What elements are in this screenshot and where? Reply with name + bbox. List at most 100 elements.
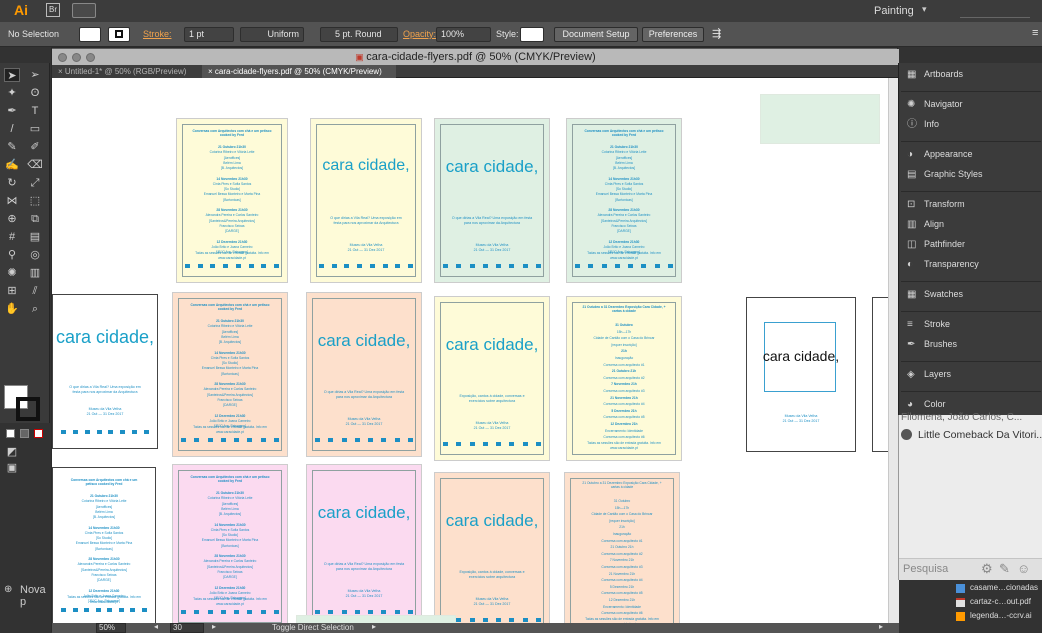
partial-artboard[interactable]: [872, 297, 888, 452]
panel-item-appearance[interactable]: ◑ Appearance: [907, 145, 1039, 163]
flyer-artboard[interactable]: Conversas com Arquitectos com chá e um p…: [172, 292, 288, 457]
opacity-label[interactable]: Opacity:: [403, 29, 436, 39]
panel-item-transform[interactable]: ⊡ Transform: [907, 195, 1039, 213]
search-input[interactable]: Pesquisa: [903, 563, 948, 575]
preferences-button[interactable]: Preferences: [642, 27, 704, 42]
type-tool-icon[interactable]: T: [27, 104, 43, 118]
brush-definition[interactable]: 5 pt. Round: [320, 27, 398, 42]
variable-width-profile[interactable]: Uniform: [240, 27, 304, 42]
panel-item-navigator[interactable]: ✺ Navigator: [907, 95, 1039, 113]
lasso-icon[interactable]: ʘ: [27, 86, 43, 100]
artboard-canvas[interactable]: Conversas com Arquitectos com chá e um p…: [52, 78, 888, 623]
magic-wand-icon[interactable]: ✦: [4, 86, 20, 100]
arrange-icon[interactable]: ⇶: [712, 27, 721, 40]
pen-tool-icon[interactable]: ✒: [4, 104, 20, 118]
artboard-tool-icon[interactable]: ⊞: [4, 284, 20, 298]
stroke-color-picker[interactable]: [108, 27, 130, 42]
none-mode-button[interactable]: [34, 429, 43, 438]
panel-item-artboards[interactable]: ▦ Artboards: [907, 65, 1039, 83]
free-transform-icon[interactable]: ⬚: [27, 194, 43, 208]
workspace-switcher[interactable]: Painting: [874, 5, 914, 17]
close-icon[interactable]: ×: [208, 67, 215, 76]
message-item[interactable]: Little Comeback Da Vitori...: [918, 429, 1042, 441]
previous-artboard-icon[interactable]: ◂: [154, 622, 158, 631]
scroll-right-icon[interactable]: ▸: [879, 622, 883, 631]
graphic-style-picker[interactable]: [520, 27, 544, 42]
compose-icon[interactable]: ✎: [999, 561, 1010, 577]
search-stock-field[interactable]: [960, 4, 1030, 18]
flyer-artboard[interactable]: cara cidade, Museu da Vila Velha 21 Out — …: [746, 297, 856, 452]
panel-item-brushes[interactable]: ✒ Brushes: [907, 335, 1039, 353]
opacity-field[interactable]: 100%: [436, 27, 491, 42]
minimize-window-button[interactable]: [72, 53, 81, 62]
gradient-mode-button[interactable]: [20, 429, 29, 438]
emoji-icon[interactable]: ☺: [1017, 561, 1030, 576]
bridge-button[interactable]: Br: [46, 3, 60, 17]
file-item[interactable]: casame…cionadas: [970, 583, 1038, 592]
panel-item-swatches[interactable]: ▦ Swatches: [907, 285, 1039, 303]
eyedropper-icon[interactable]: ⚲: [4, 248, 20, 262]
flyer-artboard[interactable]: cara cidade, O que dirias a Vila Real? Um…: [52, 294, 158, 449]
panel-item-transparency[interactable]: ◐ Transparency: [907, 255, 1039, 273]
flyer-artboard[interactable]: Conversas com Arquitectos com chá e um p…: [566, 118, 682, 283]
next-artboard-icon[interactable]: ▸: [212, 622, 216, 631]
mesh-icon[interactable]: #: [4, 230, 20, 244]
tab-untitled[interactable]: × Untitled-1* @ 50% (RGB/Preview): [52, 65, 202, 78]
direct-selection-icon[interactable]: ➢: [27, 68, 43, 82]
panel-item-align[interactable]: ▥ Align: [907, 215, 1039, 233]
flyer-artboard[interactable]: cara cidade, O que dirias a Vila Real? Um…: [306, 292, 422, 457]
panel-item-info[interactable]: ⓘ Info: [907, 115, 1039, 133]
rotate-icon[interactable]: ↻: [4, 176, 20, 190]
stroke-label[interactable]: Stroke:: [143, 29, 172, 39]
panel-item-pathfinder[interactable]: ◫ Pathfinder: [907, 235, 1039, 253]
draw-mode-icon[interactable]: ◩: [4, 445, 20, 459]
blob-brush-icon[interactable]: ✍: [4, 158, 20, 172]
flyer-artboard[interactable]: 21 Outubro a 31 Dezembro Exposição Cara …: [566, 296, 682, 461]
flyer-artboard[interactable]: cara cidade, O que dirias a Vila Real? Um…: [434, 118, 550, 283]
flyer-artboard[interactable]: cara cidade, O que dirias a Vila Real? Um…: [306, 464, 422, 623]
flyer-artboard[interactable]: cara cidade, O que dirias a Vila Real? Um…: [310, 118, 422, 283]
flyer-artboard[interactable]: Conversas com Arquitectos com chá e um p…: [52, 467, 156, 623]
flyer-artboard[interactable]: Conversas com Arquitectos com chá e um p…: [172, 464, 288, 623]
zoom-icon[interactable]: ⌕: [27, 302, 43, 316]
file-item[interactable]: legenda…-ccrv.ai: [970, 611, 1032, 620]
selection-tool-icon[interactable]: ➤: [4, 68, 20, 82]
screen-mode-icon[interactable]: ▣: [4, 461, 20, 475]
flyer-artboard[interactable]: cara cidade, Exposição, cantos à cidade, …: [434, 472, 550, 623]
column-graph-icon[interactable]: ▥: [27, 266, 43, 280]
stroke-swatch[interactable]: [16, 397, 40, 421]
panel-item-layers[interactable]: ◈ Layers: [907, 365, 1039, 383]
rectangle-tool-icon[interactable]: ▭: [27, 122, 43, 136]
document-setup-button[interactable]: Document Setup: [554, 27, 638, 42]
paintbrush-icon[interactable]: ✎: [4, 140, 20, 154]
zoom-window-button[interactable]: [86, 53, 95, 62]
shape-builder-icon[interactable]: ⊕: [4, 212, 20, 226]
close-icon[interactable]: ×: [58, 67, 65, 76]
perspective-grid-icon[interactable]: ⧉: [27, 212, 43, 226]
blend-icon[interactable]: ◎: [27, 248, 43, 262]
eraser-icon[interactable]: ⌫: [27, 158, 43, 172]
hand-icon[interactable]: ✋: [4, 302, 20, 316]
flyer-artboard[interactable]: Conversas com Arquitectos com chá e um p…: [176, 118, 288, 283]
scale-icon[interactable]: ⤢: [27, 176, 43, 190]
status-menu-icon[interactable]: ▸: [372, 622, 376, 631]
fill-color-picker[interactable]: [79, 27, 101, 42]
stroke-weight-field[interactable]: 1 pt: [184, 27, 234, 42]
partial-artboard[interactable]: [760, 94, 880, 144]
desktop-label[interactable]: ⊕ Nova p: [0, 578, 51, 608]
message-item[interactable]: Filomena, João Carlos, C...: [901, 412, 1022, 423]
panel-menu-icon[interactable]: ≡: [1032, 27, 1038, 39]
file-item[interactable]: cartaz-c…out.pdf: [970, 597, 1031, 606]
panel-item-color[interactable]: ◕ Color: [907, 395, 1039, 413]
flyer-artboard[interactable]: cara cidade, Exposição, cantos à cidade, …: [434, 296, 550, 461]
width-tool-icon[interactable]: ⋈: [4, 194, 20, 208]
slice-icon[interactable]: ⫽: [27, 284, 43, 298]
close-window-button[interactable]: [58, 53, 67, 62]
color-mode-button[interactable]: [6, 429, 15, 438]
pencil-icon[interactable]: ✐: [27, 140, 43, 154]
tab-cara-cidade[interactable]: × cara-cidade-flyers.pdf @ 50% (CMYK/Pre…: [202, 65, 396, 78]
gear-icon[interactable]: ⚙: [981, 561, 993, 577]
panel-item-stroke[interactable]: ≡ Stroke: [907, 315, 1039, 333]
panel-item-graphic-styles[interactable]: ▤ Graphic Styles: [907, 165, 1039, 183]
flyer-artboard[interactable]: 21 Outubro a 31 Dezembro Exposição Cara …: [564, 472, 680, 623]
